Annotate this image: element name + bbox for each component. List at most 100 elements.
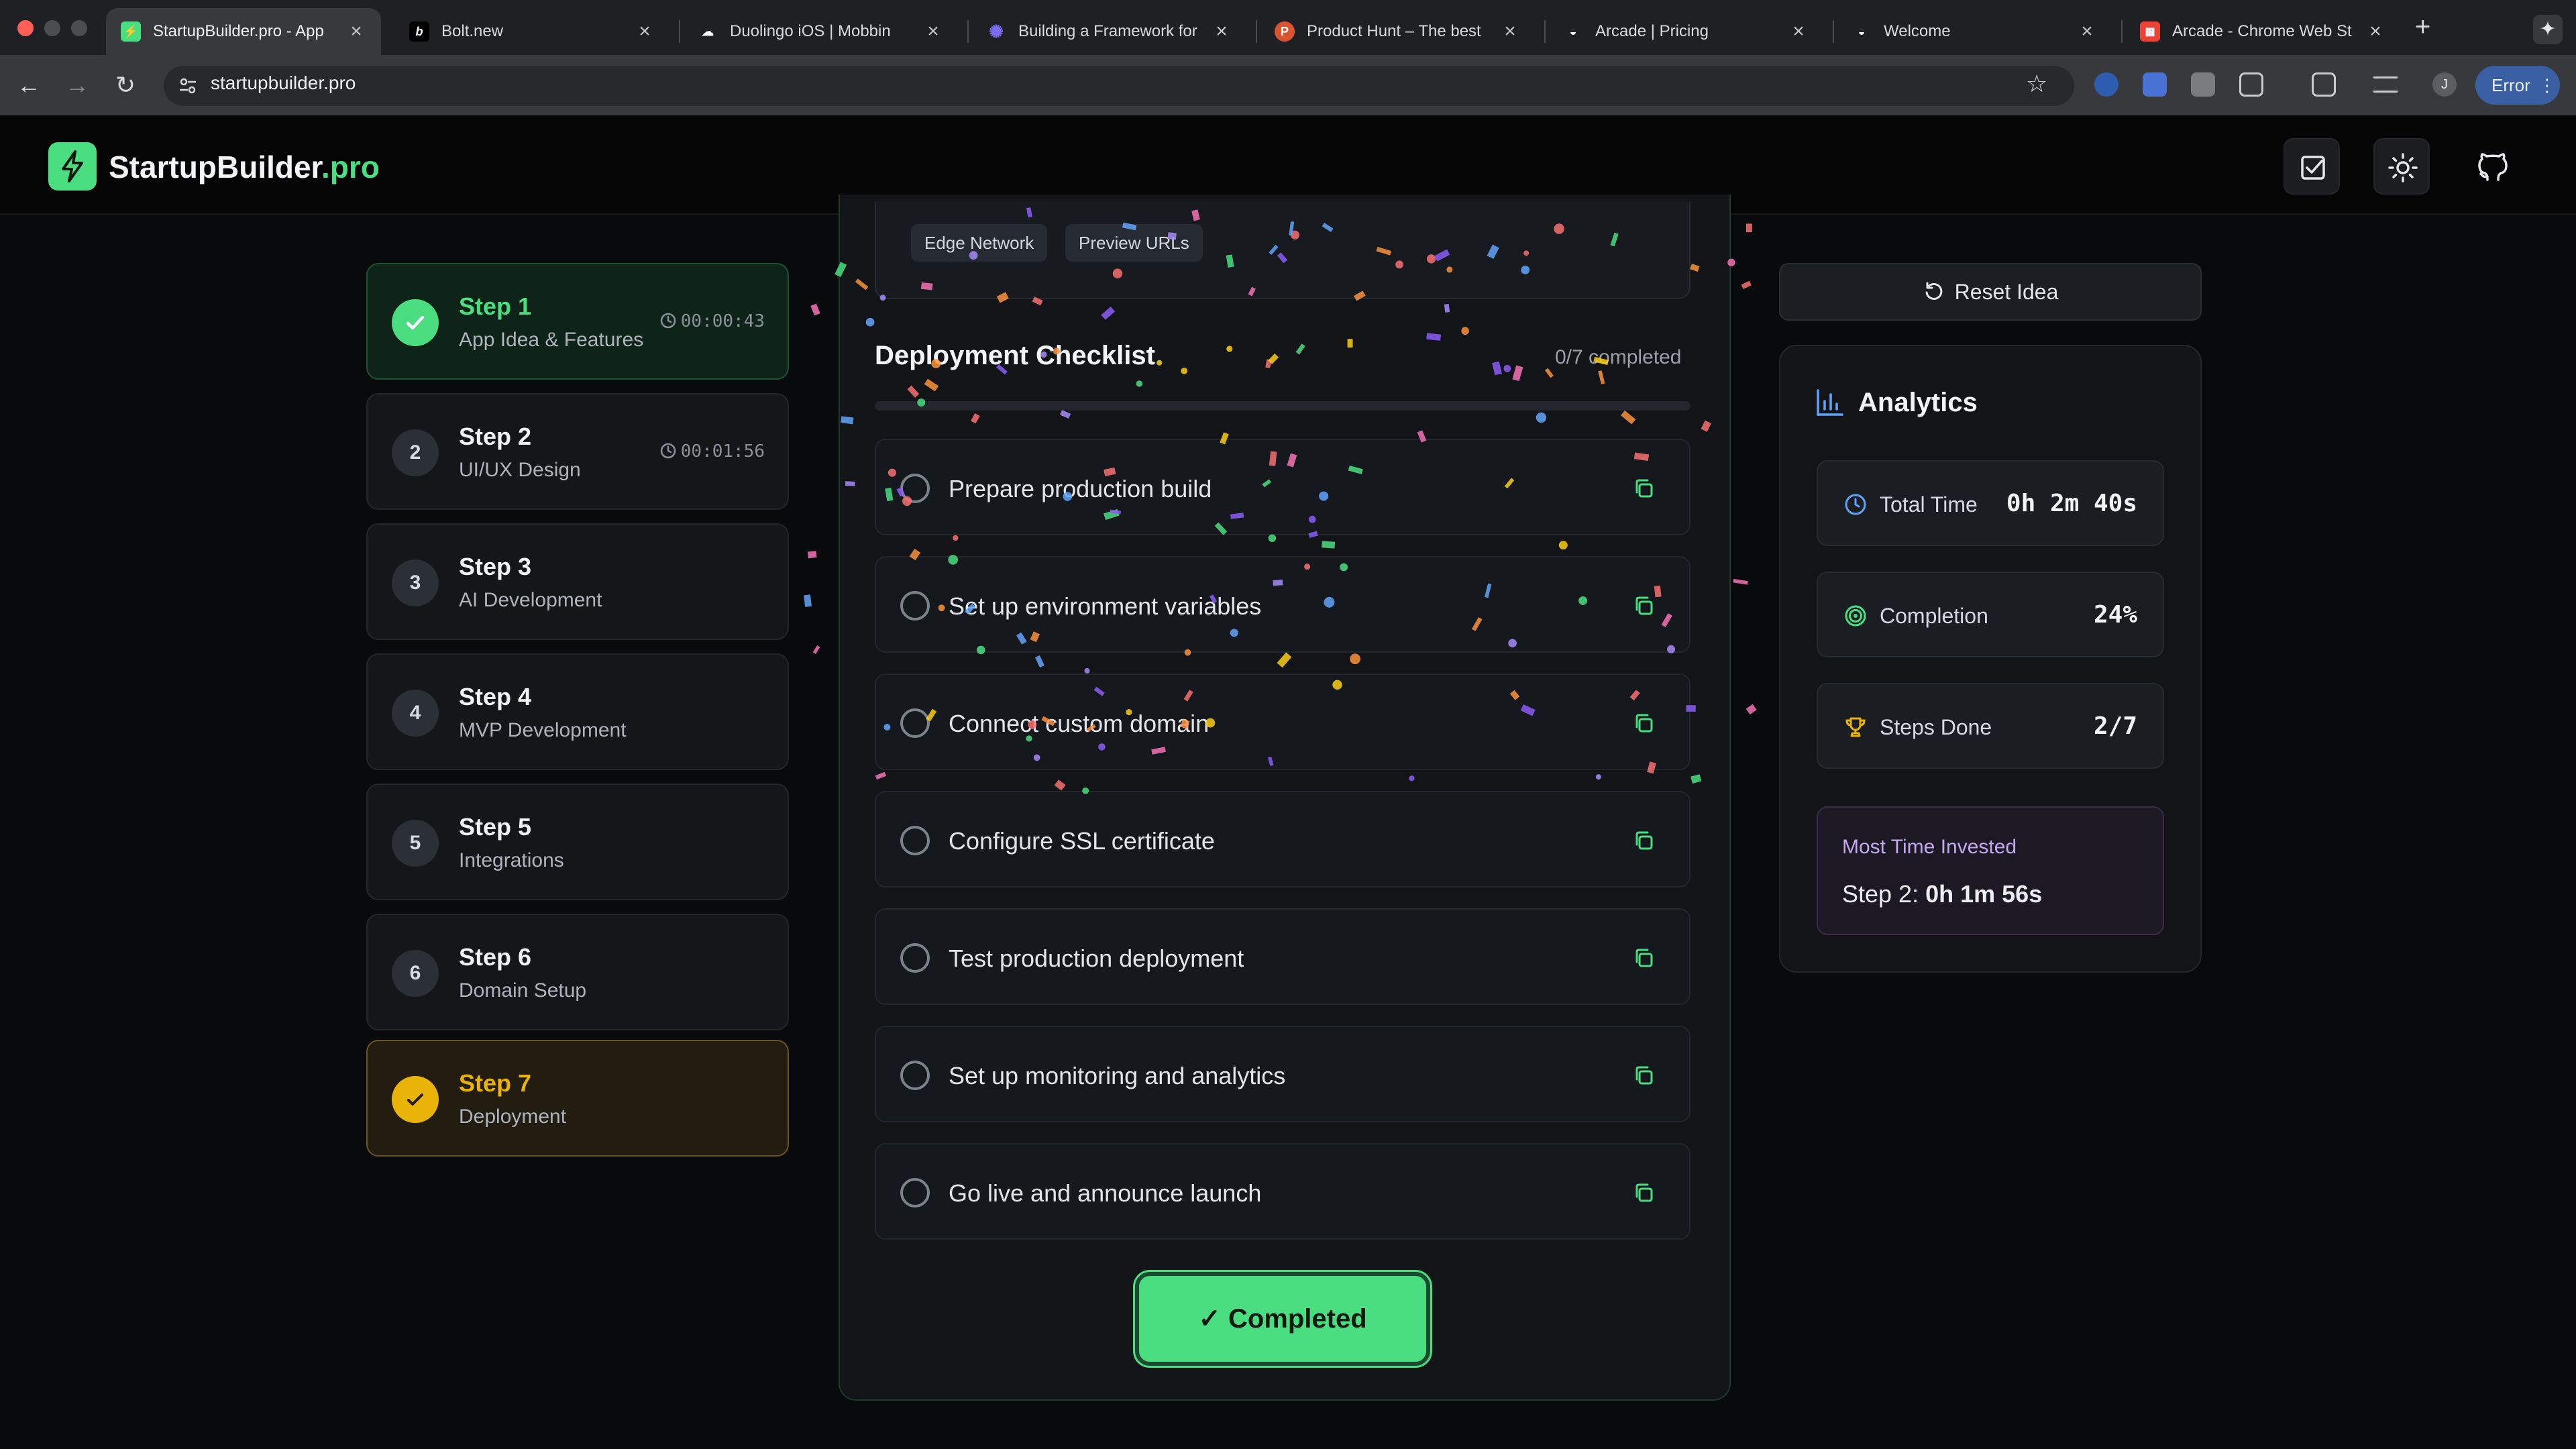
step-title: Step 5	[459, 813, 532, 841]
confetti-piece	[1746, 704, 1757, 715]
checkbox-circle[interactable]	[900, 1178, 930, 1208]
copy-icon[interactable]	[1631, 711, 1656, 735]
copy-icon[interactable]	[1631, 828, 1656, 853]
error-pill-button[interactable]: Error ⋮	[2475, 66, 2560, 105]
tab-chrome-web-store[interactable]: ▦ Arcade - Chrome Web St ×	[2125, 8, 2400, 55]
reset-idea-button[interactable]: Reset Idea	[1779, 263, 2202, 321]
tab-close-icon[interactable]: ×	[1788, 20, 1809, 43]
checkbox-circle[interactable]	[900, 826, 930, 855]
step-number: 3	[392, 559, 439, 606]
confetti-piece	[807, 551, 817, 559]
tab-close-icon[interactable]: ×	[2077, 20, 2097, 43]
window-minimize-button[interactable]	[44, 20, 60, 36]
tab-welcome[interactable]: ◒ Welcome ×	[1837, 8, 2112, 55]
tab-close-icon[interactable]: ×	[2365, 20, 2385, 43]
step-card-5[interactable]: 5 Step 5 Integrations	[366, 784, 789, 900]
checkbox-circle[interactable]	[900, 474, 930, 503]
chrome-store-favicon-icon: ▦	[2140, 21, 2160, 42]
step-card-1[interactable]: Step 1 App Idea & Features 00:00:43	[366, 263, 789, 380]
github-button[interactable]	[2463, 138, 2520, 195]
step-card-6[interactable]: 6 Step 6 Domain Setup	[366, 914, 789, 1030]
checklist-item-label: Go live and announce launch	[949, 1179, 1262, 1207]
tab-product-hunt[interactable]: P Product Hunt – The best ×	[1260, 8, 1535, 55]
gemini-sparkle-icon[interactable]: ✦	[2533, 15, 2563, 44]
reload-icon[interactable]: ↻	[110, 70, 141, 101]
extensions-puzzle-icon[interactable]	[2239, 72, 2263, 97]
copy-icon[interactable]	[1631, 1063, 1656, 1087]
arcade-favicon-icon: ◒	[1569, 24, 1577, 38]
copy-icon[interactable]	[1631, 946, 1656, 970]
step-card-2[interactable]: 2 Step 2 UI/UX Design 00:01:56	[366, 393, 789, 510]
reading-list-icon[interactable]	[2373, 76, 2398, 93]
step-timer: 00:01:56	[659, 441, 765, 462]
checklist-item[interactable]: Go live and announce launch	[875, 1143, 1690, 1240]
checklist-item-label: Test production deployment	[949, 945, 1244, 972]
step-card-7[interactable]: Step 7 Deployment	[366, 1040, 789, 1157]
step-card-3[interactable]: 3 Step 3 AI Development	[366, 523, 789, 640]
copy-icon[interactable]	[1631, 476, 1656, 500]
site-settings-icon[interactable]	[177, 75, 199, 97]
sun-icon	[2388, 153, 2418, 182]
tab-close-icon[interactable]: ×	[1212, 20, 1232, 43]
confetti-piece	[810, 303, 820, 316]
profile-avatar[interactable]: J	[2432, 72, 2457, 97]
step-subtitle: MVP Development	[459, 719, 627, 741]
checkbox-circle[interactable]	[900, 591, 930, 621]
checklist-item[interactable]: Set up monitoring and analytics	[875, 1026, 1690, 1122]
copy-icon[interactable]	[1631, 1181, 1656, 1205]
tab-search-icon[interactable]	[2312, 72, 2336, 97]
metric-value: 0h 2m 40s	[2006, 490, 2137, 517]
tab-separator	[1544, 20, 1546, 43]
checklist-item[interactable]: Configure SSL certificate	[875, 791, 1690, 888]
tab-separator	[967, 20, 969, 43]
checkbox-circle[interactable]	[900, 708, 930, 738]
confetti-piece	[1741, 280, 1752, 290]
tab-separator	[679, 20, 680, 43]
checklist-item[interactable]: Prepare production build	[875, 439, 1690, 535]
completed-button[interactable]: ✓ Completed	[1135, 1272, 1430, 1366]
checklist-button[interactable]	[2284, 138, 2340, 195]
window-close-button[interactable]	[17, 20, 34, 36]
confetti-piece	[1746, 223, 1752, 233]
translate-extension-icon[interactable]	[2143, 72, 2167, 97]
checklist-item[interactable]: Set up environment variables	[875, 556, 1690, 653]
checkbox-circle[interactable]	[900, 1061, 930, 1090]
brand-logo-text[interactable]: StartupBuilder.pro	[109, 149, 380, 185]
checklist-item[interactable]: Test production deployment	[875, 908, 1690, 1005]
bookmark-star-icon[interactable]: ☆	[2026, 70, 2047, 98]
theme-toggle-button[interactable]	[2373, 138, 2430, 195]
new-tab-button[interactable]: +	[2415, 12, 2430, 42]
checkbox-circle[interactable]	[900, 943, 930, 973]
metric-completion: Completion 24%	[1817, 572, 2164, 657]
tab-close-icon[interactable]: ×	[923, 20, 943, 43]
checklist-item-label: Prepare production build	[949, 475, 1212, 502]
checklist-item[interactable]: Connect custom domain	[875, 674, 1690, 770]
target-icon	[1845, 605, 1866, 627]
tab-arcade-pricing[interactable]: ◒ Arcade | Pricing ×	[1548, 8, 1823, 55]
step-timer: 00:00:43	[659, 311, 765, 331]
extension-icon[interactable]	[2094, 72, 2118, 97]
tab-startupbuilder[interactable]: ⚡ StartupBuilder.pro - App ×	[106, 8, 381, 55]
tab-close-icon[interactable]: ×	[635, 20, 655, 43]
confetti-piece	[804, 594, 812, 607]
back-arrow-icon[interactable]: ←	[13, 70, 44, 101]
forward-arrow-icon[interactable]: →	[62, 70, 93, 101]
bolt-logo-icon[interactable]	[48, 142, 97, 191]
window-maximize-button[interactable]	[71, 20, 87, 36]
url-text[interactable]: startupbuilder.pro	[211, 72, 356, 94]
checklist-count: 0/7 completed	[1555, 346, 1682, 368]
most-time-invested-value: Step 2: 0h 1m 56s	[1842, 880, 2043, 908]
step-complete-check-icon	[392, 299, 439, 346]
tab-close-icon[interactable]: ×	[1500, 20, 1520, 43]
copy-icon[interactable]	[1631, 594, 1656, 618]
step-card-4[interactable]: 4 Step 4 MVP Development	[366, 653, 789, 770]
step-title: Step 2	[459, 423, 532, 450]
tab-bolt[interactable]: b Bolt.new ×	[394, 8, 669, 55]
tab-framework[interactable]: ✺ Building a Framework for ×	[971, 8, 1246, 55]
trophy-icon	[1845, 717, 1866, 737]
step-subtitle: App Idea & Features	[459, 329, 644, 351]
tab-close-icon[interactable]: ×	[346, 20, 366, 43]
extension-icon[interactable]	[2191, 72, 2215, 97]
address-bar[interactable]	[164, 66, 2074, 106]
tab-mobbin[interactable]: ☁ Duolingo iOS | Mobbin ×	[683, 8, 958, 55]
